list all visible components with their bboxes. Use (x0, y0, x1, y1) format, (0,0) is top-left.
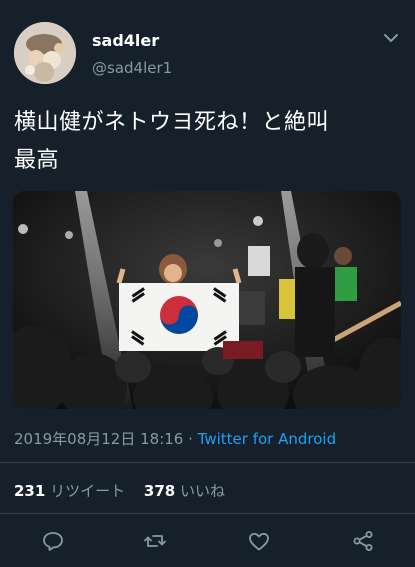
tweet-text: 横山健がネトウヨ死ね！と絶叫 最高 (14, 110, 330, 173)
tweet-meta: 2019年08月12日 18:16 · Twitter for Android (14, 428, 336, 449)
meta-separator: · (183, 430, 198, 448)
like-label[interactable]: いいね (180, 482, 225, 500)
user-handle[interactable]: @sad4ler1 (92, 59, 172, 77)
source-link[interactable]: Twitter for Android (198, 430, 336, 448)
chevron-down-icon[interactable] (381, 30, 401, 46)
timestamp: 2019年08月12日 18:16 (14, 430, 184, 448)
heart-icon[interactable] (246, 528, 272, 554)
share-icon[interactable] (350, 528, 376, 554)
engagement-stats: 231 リツイート 378 いいね (14, 480, 239, 501)
reply-icon[interactable] (40, 528, 66, 554)
divider (0, 462, 415, 463)
display-name[interactable]: sad4ler (92, 31, 159, 50)
avatar-image (14, 22, 76, 84)
concert-photo (13, 191, 401, 409)
tweet-card: sad4ler @sad4ler1 横山健がネトウヨ死ね！と絶叫 最高 2019… (0, 0, 415, 567)
avatar[interactable] (14, 22, 76, 84)
retweet-icon[interactable] (142, 528, 168, 554)
retweet-count[interactable]: 231 (14, 482, 45, 500)
like-count[interactable]: 378 (144, 482, 175, 500)
tweet-photo[interactable] (13, 191, 401, 409)
retweet-label[interactable]: リツイート (50, 482, 125, 500)
divider (0, 513, 415, 514)
